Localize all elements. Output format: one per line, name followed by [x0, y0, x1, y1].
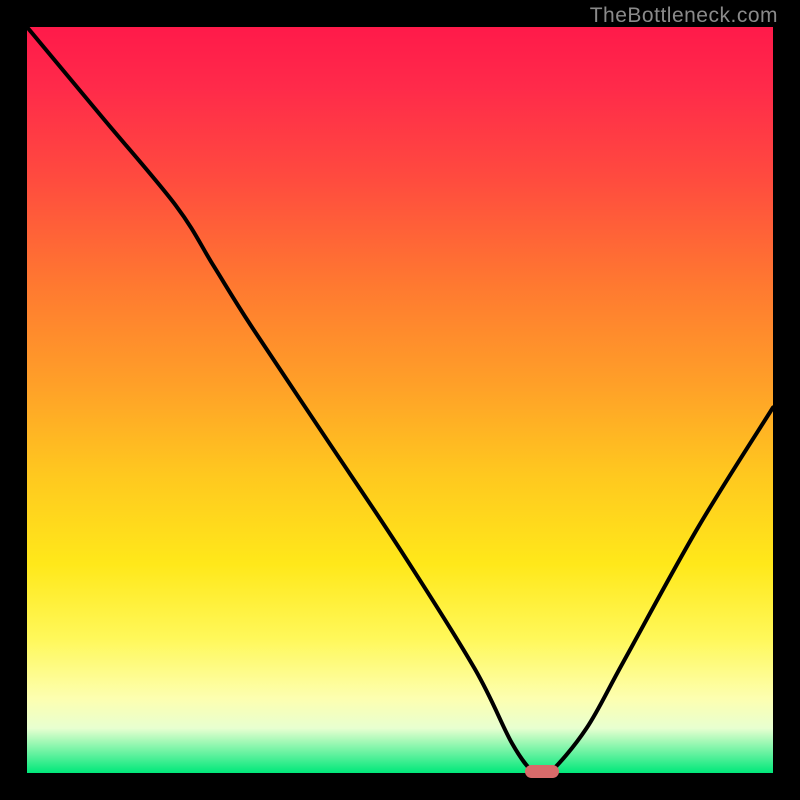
- watermark-text: TheBottleneck.com: [590, 4, 778, 28]
- line-chart: [27, 27, 773, 773]
- curve-path: [27, 27, 773, 773]
- optimum-marker: [525, 765, 559, 778]
